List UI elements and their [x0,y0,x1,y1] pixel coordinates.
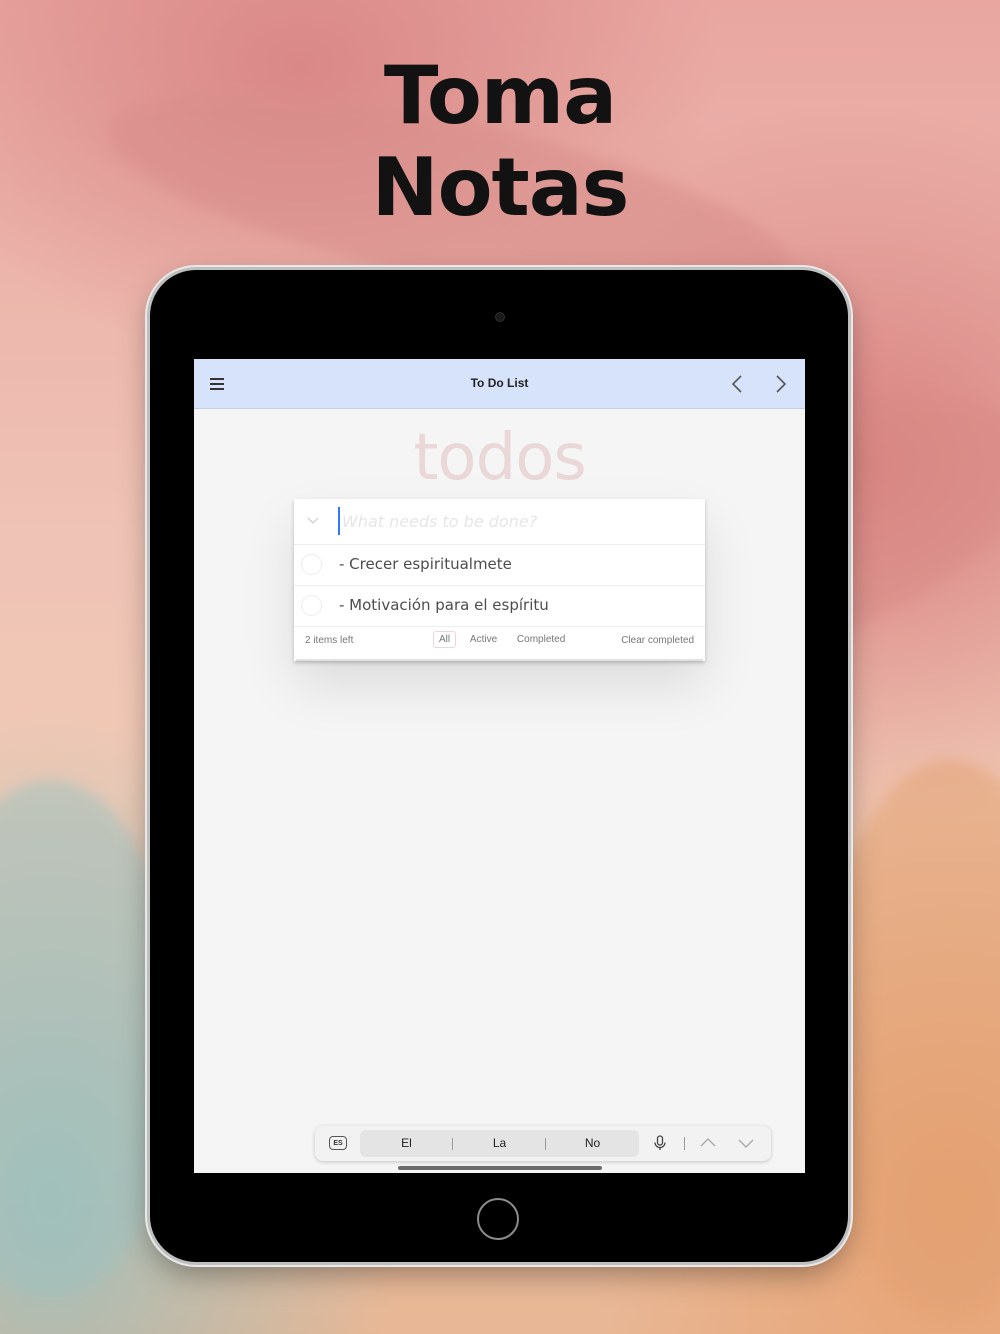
new-todo-input[interactable] [338,507,692,535]
nav-title: To Do List [470,376,529,390]
chevron-right-icon[interactable] [770,373,790,395]
list-item[interactable]: - Crecer espiritualmete [294,545,705,586]
filter-all[interactable]: All [433,631,457,648]
suggestion-group: El La No [360,1130,639,1157]
toggle-all-chevron-icon[interactable] [306,513,320,527]
headline-line-2: Notas [371,141,630,234]
language-key[interactable]: ES [329,1136,347,1150]
home-button[interactable] [477,1198,519,1240]
chevron-up-icon[interactable] [699,1134,717,1152]
microphone-icon[interactable] [651,1134,669,1152]
navigation-bar: To Do List [194,359,805,409]
app-heading: todos [413,421,586,495]
headline: Toma Notas [0,50,1000,234]
chevron-left-icon[interactable] [728,373,748,395]
list-item[interactable]: - Motivación para el espíritu [294,586,705,627]
app-screen: To Do List todos - Crecer espiritualmete [194,359,805,1173]
chevron-down-icon[interactable] [737,1134,755,1152]
items-left-count: 2 items left [305,635,354,646]
stacked-sheets [294,655,705,661]
suggestion-2[interactable]: La [453,1136,546,1150]
new-todo-row [294,499,705,545]
todo-list-card: - Crecer espiritualmete - Motivación par… [294,499,705,661]
home-indicator[interactable] [398,1166,602,1170]
keyboard-divider [684,1137,685,1150]
item-checkbox[interactable] [301,554,322,575]
filter-active[interactable]: Active [464,631,503,648]
keyboard-suggestion-bar: ES El La No [315,1126,771,1161]
item-checkbox[interactable] [301,595,322,616]
headline-line-1: Toma [383,49,617,142]
filter-group: All Active Completed [433,631,576,648]
item-label: - Motivación para el espíritu [339,596,549,614]
clear-completed-button[interactable]: Clear completed [621,635,694,646]
suggestion-1[interactable]: El [360,1136,453,1150]
suggestion-3[interactable]: No [546,1136,639,1150]
camera-icon [495,312,505,322]
tablet-frame: To Do List todos - Crecer espiritualmete [150,270,848,1262]
todo-footer: 2 items left All Active Completed Clear … [294,627,705,655]
item-label: - Crecer espiritualmete [339,555,512,573]
filter-completed[interactable]: Completed [511,631,571,648]
